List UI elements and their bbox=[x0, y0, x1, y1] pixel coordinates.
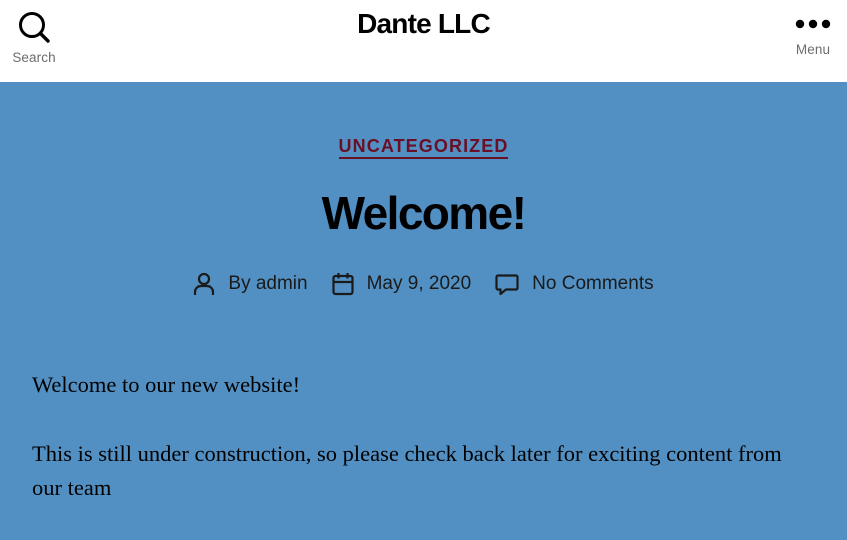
comment-icon bbox=[495, 274, 519, 296]
post-meta: By admin May 9, 2020 No Comments bbox=[0, 272, 847, 296]
content-paragraph: This is still under construction, so ple… bbox=[32, 441, 782, 500]
post-comments: No Comments bbox=[495, 272, 654, 296]
post-author-link[interactable]: By admin bbox=[228, 273, 307, 295]
post-date: May 9, 2020 bbox=[331, 272, 472, 296]
menu-label: Menu bbox=[795, 42, 831, 57]
calendar-icon bbox=[331, 273, 354, 296]
entry-categories: UNCATEGORIZED bbox=[0, 136, 847, 159]
site-title: Dante LLC bbox=[0, 8, 847, 40]
site-header: Search Dante LLC Menu bbox=[0, 0, 847, 82]
search-label: Search bbox=[12, 50, 56, 65]
site-title-link[interactable]: Dante LLC bbox=[357, 8, 491, 39]
post-author: By admin bbox=[193, 272, 308, 296]
content-paragraph: Welcome to our new website! bbox=[32, 372, 301, 397]
category-link[interactable]: UNCATEGORIZED bbox=[338, 136, 509, 159]
post-comments-link[interactable]: No Comments bbox=[532, 273, 653, 295]
post-title: Welcome! bbox=[321, 187, 527, 239]
ellipsis-icon bbox=[795, 19, 831, 29]
post-date-link[interactable]: May 9, 2020 bbox=[367, 273, 472, 295]
menu-toggle-button[interactable]: Menu bbox=[785, 8, 841, 68]
user-icon bbox=[194, 272, 215, 295]
entry-content: Welcome to our new website! This is stil… bbox=[32, 368, 812, 540]
